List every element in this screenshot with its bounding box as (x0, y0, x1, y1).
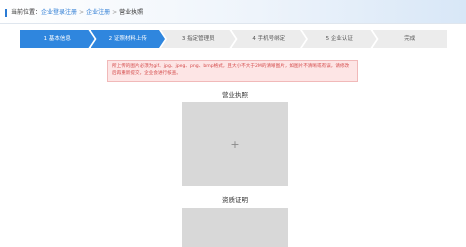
upload-notice: 所上传的图片必须为gif、jpg、jpeg、png、bmp格式，且大小不大于2M… (107, 60, 358, 82)
qualification-certificate-title: 资质证明 (222, 196, 248, 204)
breadcrumb-separator: > (79, 9, 85, 16)
breadcrumb-marker (5, 9, 7, 17)
plus-icon: + (230, 137, 240, 151)
breadcrumb-item-register[interactable]: 企业注册 (86, 9, 110, 16)
qualification-certificate-upload[interactable]: + (182, 208, 288, 247)
progress-steps: 1 基本信息 2 证照材料上传 3 指定管理员 4 手机号绑定 5 企业认证 完… (20, 30, 447, 48)
business-license-upload[interactable]: + (182, 102, 288, 186)
breadcrumb-separator: > (112, 9, 118, 16)
step-basic-info: 1 基本信息 (20, 30, 95, 48)
header-bar: 当前位置：企业登录注册 > 企业注册 > 营业执照 (0, 0, 466, 24)
breadcrumb: 当前位置：企业登录注册 > 企业注册 > 营业执照 (11, 8, 143, 18)
breadcrumb-item-current: 营业执照 (119, 9, 144, 16)
step-phone-binding: 4 手机号绑定 (232, 30, 307, 48)
breadcrumb-prefix: 当前位置： (11, 9, 42, 16)
step-assign-admin: 3 指定管理员 (161, 30, 236, 48)
step-upload-documents: 2 证照材料上传 (91, 30, 166, 48)
step-complete: 完成 (372, 30, 447, 48)
breadcrumb-item-login-register[interactable]: 企业登录注册 (41, 9, 77, 16)
page: 当前位置：企业登录注册 > 企业注册 > 营业执照 1 基本信息 2 证照材料上传 3 … (0, 0, 466, 247)
step-enterprise-auth: 5 企业认证 (302, 30, 377, 48)
business-license-title: 营业执照 (222, 91, 248, 99)
